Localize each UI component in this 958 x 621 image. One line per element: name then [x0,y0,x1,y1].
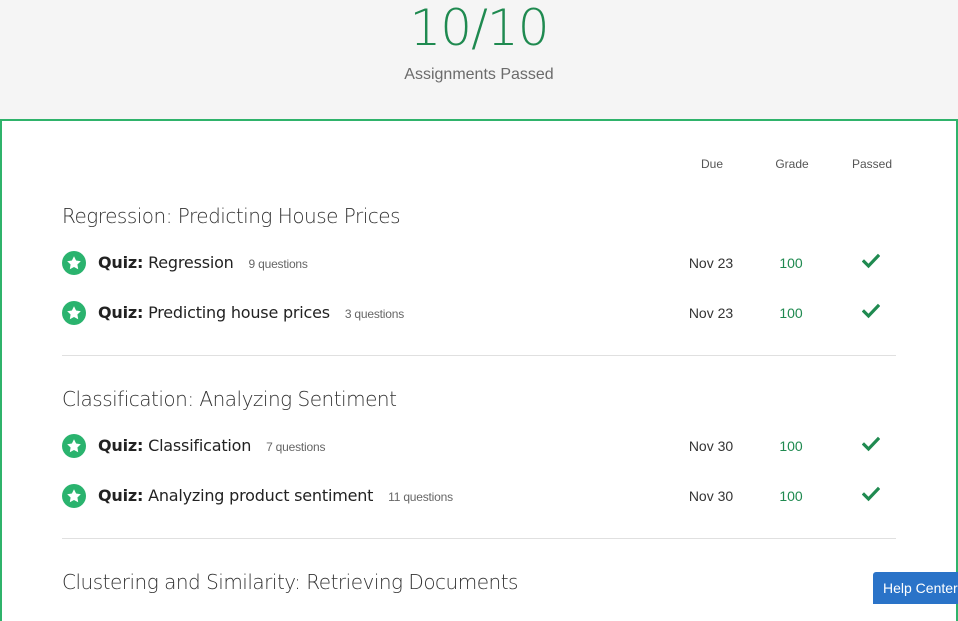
star-icon [62,301,86,325]
section-divider [62,355,896,356]
assignment-title[interactable]: Quiz: Predicting house prices 3 question… [98,303,404,322]
due-date: Nov 30 [688,438,734,454]
star-icon [62,484,86,508]
assignment-type: Quiz: [98,303,144,322]
star-icon [62,434,86,458]
due-date: Nov 23 [688,255,734,271]
grade-value: 100 [779,488,803,504]
question-count: 11 questions [388,490,453,504]
column-header-passed: Passed [851,157,893,171]
section-title[interactable]: Classification: Analyzing Sentiment [62,387,397,411]
column-header-grade: Grade [775,157,809,171]
grade-value: 100 [779,255,803,271]
grade-value: 100 [779,438,803,454]
checkmark-icon [831,486,911,506]
star-icon [62,251,86,275]
checkmark-icon [831,253,911,273]
assignment-name: Predicting house prices [148,303,330,322]
checkmark-icon [831,436,911,456]
score-value: 10/10 [409,0,549,57]
due-date: Nov 23 [688,305,734,321]
question-count: 3 questions [344,307,405,321]
summary-header: 10/10 Assignments Passed [0,0,958,120]
column-header-due: Due [700,157,723,171]
assignment-name: Classification [148,436,252,455]
score-label: Assignments Passed [404,66,554,83]
assignment-type: Quiz: [98,253,144,272]
question-count: 7 questions [266,440,326,454]
assignment-name: Analyzing product sentiment [148,486,374,505]
grade-value: 100 [779,305,803,321]
question-count: 9 questions [248,257,308,271]
assignments-panel: Due Grade Passed Regression: Predicting … [0,119,958,621]
assignment-row[interactable]: Quiz: Classification 7 questions Nov 30 … [62,432,896,462]
assignment-title[interactable]: Quiz: Analyzing product sentiment 11 que… [98,486,453,505]
assignment-row[interactable]: Quiz: Predicting house prices 3 question… [62,299,896,329]
assignment-row[interactable]: Quiz: Regression 9 questions Nov 23 100 [62,249,896,279]
section-title[interactable]: Regression: Predicting House Prices [62,204,401,228]
due-date: Nov 30 [688,488,734,504]
section-title[interactable]: Clustering and Similarity: Retrieving Do… [62,570,518,594]
assignment-row[interactable]: Quiz: Analyzing product sentiment 11 que… [62,482,896,512]
help-center-button[interactable]: Help Center [873,572,958,604]
assignment-name: Regression [148,253,234,272]
section-divider [62,538,896,539]
assignment-type: Quiz: [98,436,144,455]
assignment-title[interactable]: Quiz: Classification 7 questions [98,436,325,455]
assignment-type: Quiz: [98,486,144,505]
assignment-title[interactable]: Quiz: Regression 9 questions [98,253,308,272]
checkmark-icon [831,303,911,323]
